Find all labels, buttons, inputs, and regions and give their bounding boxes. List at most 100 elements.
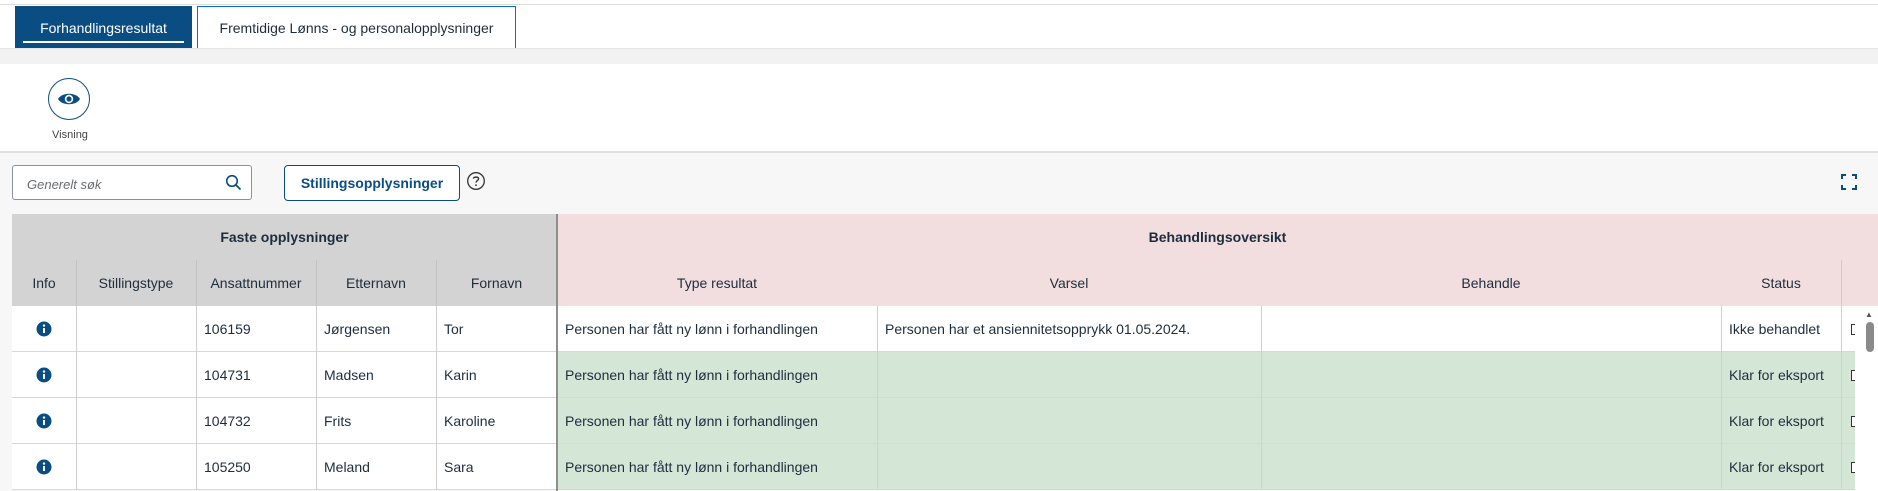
info-icon[interactable] [36, 459, 52, 475]
etternavn-text: Meland [324, 459, 370, 475]
type-resultat-cell: Personen har fått ny lønn i forhandlinge… [557, 398, 877, 444]
view-label: Visning [52, 129, 88, 141]
info-cell [12, 352, 76, 398]
varsel-cell: Personen har et ansiennitetsopprykk 01.0… [877, 306, 1261, 352]
header-divider [76, 260, 77, 306]
stillingsopplysninger-button[interactable]: Stillingsopplysninger [284, 165, 460, 201]
col-header-type-resultat[interactable]: Type resultat [557, 260, 877, 306]
ansattnummer-cell: 105250 [196, 444, 316, 490]
header-divider [316, 260, 317, 306]
cell-divider [316, 352, 317, 398]
tab-label: Forhandlingsresultat [40, 19, 167, 36]
col-header-etternavn[interactable]: Etternavn [316, 260, 436, 306]
cell-divider [1841, 398, 1842, 444]
stillingstype-cell [76, 444, 196, 490]
etternavn-text: Jørgensen [324, 321, 391, 337]
info-cell [12, 444, 76, 490]
view-button[interactable] [48, 78, 90, 120]
row-border [12, 489, 1878, 490]
group-header-faste: Faste opplysninger [12, 214, 557, 260]
cell-divider [76, 352, 77, 398]
behandle-cell [1261, 444, 1721, 490]
cell-divider [436, 352, 437, 398]
table-row[interactable]: 105250 Meland Sara Personen har fått ny løn… [12, 444, 1878, 490]
group-divider [556, 214, 558, 491]
fornavn-text: Sara [444, 459, 474, 475]
tab-fremtidige-lonns[interactable]: Fremtidige Lønns - og personalopplysning… [197, 6, 516, 49]
table-row[interactable]: 104731 Madsen Karin Personen har fått ny lø… [12, 352, 1878, 398]
cell-divider [1261, 306, 1262, 352]
info-cell [12, 306, 76, 352]
col-header-stillingstype[interactable]: Stillingstype [76, 260, 196, 306]
cell-divider [436, 398, 437, 444]
cell-divider [196, 444, 197, 490]
cell-divider [196, 352, 197, 398]
col-header-behandle[interactable]: Behandle [1261, 260, 1721, 306]
status-cell: Ikke behandlet [1721, 306, 1841, 352]
info-icon[interactable] [36, 413, 52, 429]
col-header-info[interactable]: Info [12, 260, 76, 306]
varsel-text: Personen har et ansiennitetsopprykk 01.0… [885, 321, 1191, 337]
info-icon[interactable] [36, 367, 52, 383]
cell-divider [76, 306, 77, 352]
header-divider [436, 260, 437, 306]
cell-divider [436, 306, 437, 352]
type-resultat-text: Personen har fått ny lønn i forhandlinge… [565, 321, 818, 337]
etternavn-text: Madsen [324, 367, 374, 383]
behandle-cell [1261, 398, 1721, 444]
stillingstype-cell [76, 306, 196, 352]
cell-divider [196, 306, 197, 352]
etternavn-cell: Meland [316, 444, 436, 490]
behandle-cell [1261, 352, 1721, 398]
search-icon[interactable] [225, 174, 242, 191]
scroll-up-arrow[interactable]: ▲ [1865, 310, 1873, 319]
table-row[interactable]: 104732 Frits Karoline Personen har fått ny … [12, 398, 1878, 444]
cell-divider [877, 444, 878, 490]
results-table: Faste opplysninger Behandlingsoversikt I… [12, 214, 1878, 491]
type-resultat-cell: Personen har fått ny lønn i forhandlinge… [557, 444, 877, 490]
cell-divider [316, 398, 317, 444]
help-icon[interactable] [466, 171, 486, 191]
scrollbar-thumb[interactable] [1866, 322, 1874, 352]
status-text: Ikke behandlet [1729, 321, 1821, 337]
status-cell: Klar for eksport [1721, 444, 1841, 490]
varsel-cell [877, 352, 1261, 398]
active-tab-indicator [23, 41, 184, 43]
etternavn-text: Frits [324, 413, 352, 429]
behandle-cell [1261, 306, 1721, 352]
etternavn-cell: Frits [316, 398, 436, 444]
status-text: Klar for eksport [1729, 459, 1824, 475]
info-icon[interactable] [36, 321, 52, 337]
tab-band [0, 49, 1878, 64]
search-input[interactable] [25, 174, 219, 194]
info-cell [12, 398, 76, 444]
col-header-fornavn[interactable]: Fornavn [436, 260, 557, 306]
cell-divider [1261, 398, 1262, 444]
col-header-varsel[interactable]: Varsel [877, 260, 1261, 306]
cell-divider [76, 444, 77, 490]
search-field[interactable] [12, 165, 252, 200]
status-text: Klar for eksport [1729, 367, 1824, 383]
table-row[interactable]: 106159 Jørgensen Tor Personen har fått ny l… [12, 306, 1878, 352]
fullscreen-icon[interactable] [1840, 173, 1858, 191]
cell-divider [1721, 352, 1722, 398]
etternavn-cell: Jørgensen [316, 306, 436, 352]
tab-label: Fremtidige Lønns - og personalopplysning… [219, 19, 494, 36]
col-header-ansattnummer[interactable]: Ansattnummer [196, 260, 316, 306]
ansattnummer-text: 104732 [204, 413, 251, 429]
cell-divider [1841, 306, 1842, 352]
ansattnummer-text: 106159 [204, 321, 251, 337]
col-header-status[interactable]: Status [1721, 260, 1841, 306]
ansattnummer-text: 105250 [204, 459, 251, 475]
type-resultat-cell: Personen har fått ny lønn i forhandlinge… [557, 352, 877, 398]
cell-divider [76, 398, 77, 444]
tab-forhandlingsresultat[interactable]: Forhandlingsresultat [15, 6, 192, 49]
eye-icon [58, 93, 80, 105]
fornavn-text: Karin [444, 367, 477, 383]
cell-divider [1721, 306, 1722, 352]
group-header-behandling: Behandlingsoversikt [557, 214, 1878, 260]
status-text: Klar for eksport [1729, 413, 1824, 429]
fornavn-cell: Karoline [436, 398, 557, 444]
type-resultat-text: Personen har fått ny lønn i forhandlinge… [565, 413, 818, 429]
fornavn-cell: Tor [436, 306, 557, 352]
